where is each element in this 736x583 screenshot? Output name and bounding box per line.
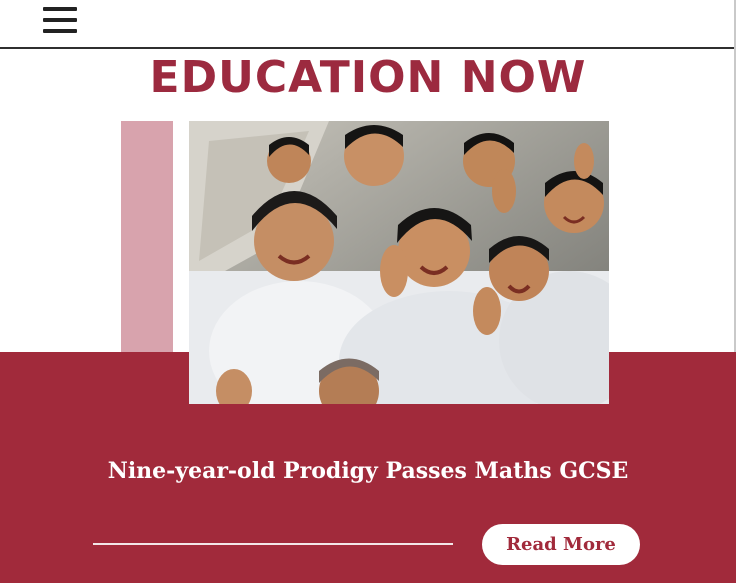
hamburger-line [43, 7, 77, 11]
hamburger-line [43, 29, 77, 33]
article-headline[interactable]: Nine-year-old Prodigy Passes Maths GCSE [0, 458, 736, 484]
hamburger-line [43, 18, 77, 22]
decorative-accent-bar [121, 121, 173, 352]
hero-image [189, 121, 609, 404]
top-navigation-bar [0, 0, 736, 49]
headline-divider [93, 543, 453, 545]
hamburger-menu-icon[interactable] [43, 5, 79, 35]
schoolchildren-photo [189, 121, 609, 404]
site-title: EDUCATION NOW [149, 52, 587, 103]
read-more-button[interactable]: Read More [482, 524, 640, 565]
